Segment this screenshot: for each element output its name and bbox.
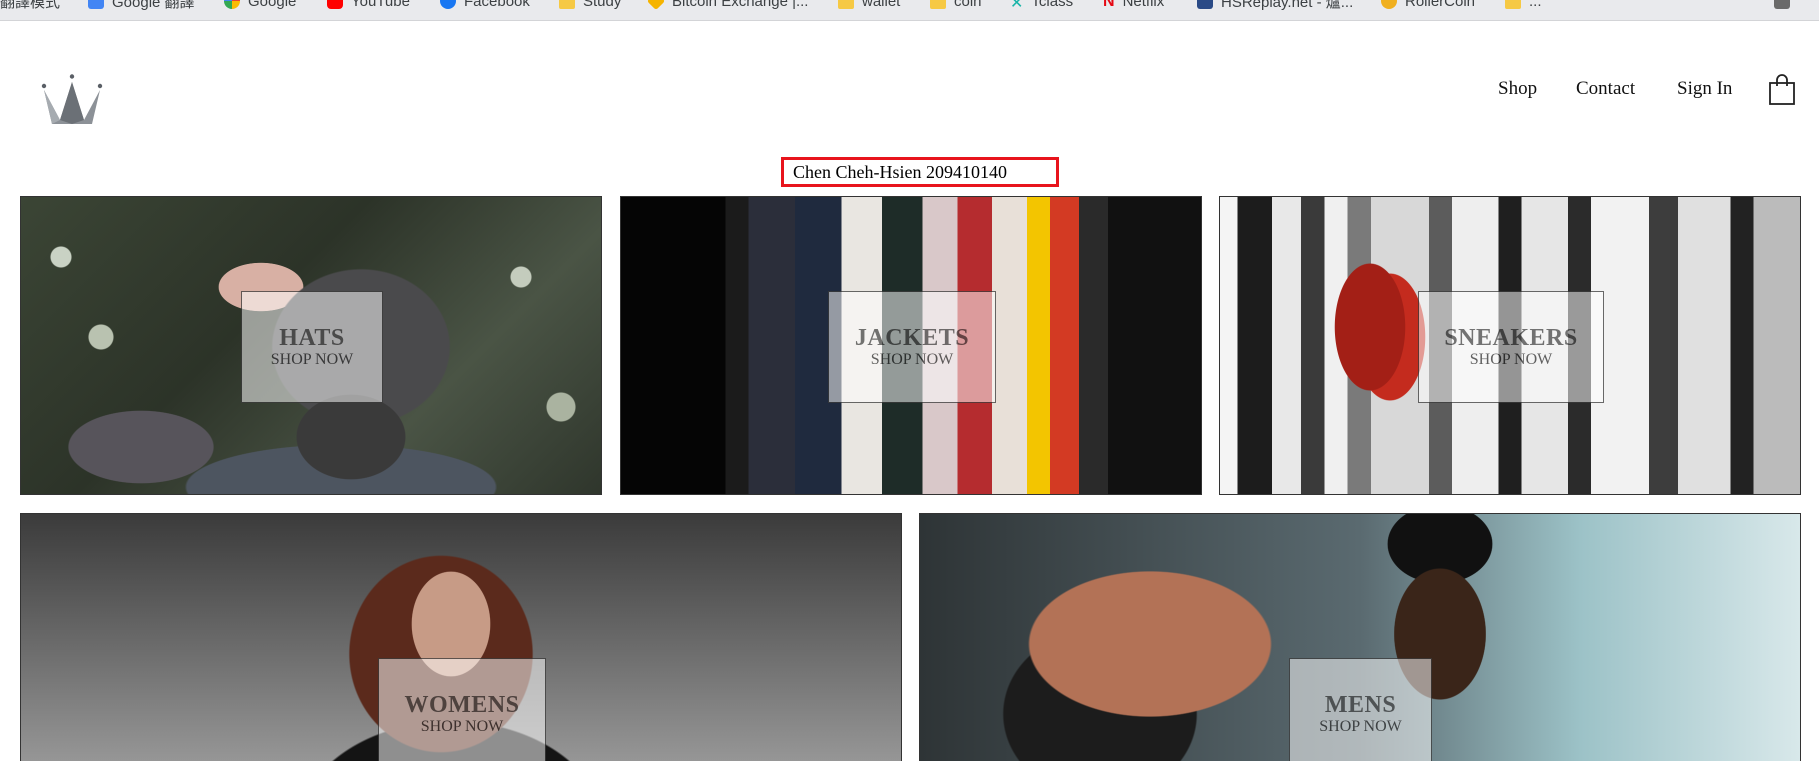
- netflix-icon: N: [1103, 0, 1115, 10]
- rollercoin-icon: [1381, 0, 1397, 9]
- bookmark-item[interactable]: HSReplay.net - 爐...: [1197, 0, 1353, 11]
- bookmark-item[interactable]: Google: [224, 0, 296, 11]
- category-title: MENS: [1324, 692, 1397, 718]
- bookmark-item[interactable]: [1774, 0, 1798, 11]
- bookmark-item[interactable]: Study: [559, 0, 621, 11]
- youtube-icon: [327, 0, 343, 9]
- category-label-box[interactable]: WOMENS SHOP NOW: [378, 658, 546, 761]
- google-icon: [224, 0, 240, 9]
- category-label-box[interactable]: MENS SHOP NOW: [1289, 658, 1432, 761]
- bookmark-item[interactable]: Bitcoin Exchange |...: [646, 0, 809, 11]
- bookmark-item[interactable]: N Netflix: [1103, 0, 1164, 11]
- shop-now-label: SHOP NOW: [870, 351, 954, 368]
- bookmark-item[interactable]: wallet: [838, 0, 900, 11]
- category-label-box[interactable]: HATS SHOP NOW: [241, 291, 383, 403]
- nav-shop-link[interactable]: Shop: [1498, 78, 1537, 100]
- bookmark-item[interactable]: ✕ Tclass: [1010, 0, 1074, 12]
- bookmark-label: YouTube: [351, 0, 410, 10]
- shop-now-label: SHOP NOW: [420, 718, 504, 735]
- crown-icon: [41, 74, 103, 124]
- folder-icon: [838, 0, 854, 9]
- bookmark-label: Google 翻譯: [112, 0, 195, 11]
- bookmark-label: ...: [1529, 0, 1542, 10]
- hsreplay-icon: [1197, 0, 1213, 9]
- shop-now-label: SHOP NOW: [270, 351, 354, 368]
- shop-now-label: SHOP NOW: [1319, 718, 1402, 735]
- category-tile-sneakers[interactable]: SNEAKERS SHOP NOW: [1219, 196, 1801, 495]
- tclass-icon: ✕: [1010, 0, 1024, 12]
- category-label-box[interactable]: JACKETS SHOP NOW: [828, 291, 996, 403]
- bookmark-item[interactable]: Google 翻譯: [88, 0, 195, 11]
- folder-icon: [1505, 0, 1521, 9]
- diamond-icon: [646, 0, 666, 11]
- bookmark-item[interactable]: ...: [1505, 0, 1542, 11]
- folder-icon: [559, 0, 575, 9]
- bookmark-label: RollerCoin: [1405, 0, 1476, 10]
- bookmark-label: Google: [248, 0, 297, 10]
- nav-contact-link[interactable]: Contact: [1576, 78, 1635, 100]
- nav-sign-in-link[interactable]: Sign In: [1677, 78, 1732, 100]
- bookmark-item[interactable]: YouTube: [327, 0, 410, 11]
- bookmark-label: Bitcoin Exchange |...: [672, 0, 809, 10]
- bookmark-item[interactable]: Facebook: [440, 0, 530, 11]
- bookmark-label: Tclass: [1031, 0, 1074, 10]
- shop-now-label: SHOP NOW: [1469, 351, 1553, 368]
- category-tile-womens[interactable]: WOMENS SHOP NOW: [20, 513, 902, 761]
- category-label-box[interactable]: SNEAKERS SHOP NOW: [1418, 291, 1604, 403]
- category-title: JACKETS: [854, 325, 970, 351]
- bookmark-label: Netflix: [1122, 0, 1165, 10]
- student-label: Chen Cheh-Hsien 209410140: [781, 157, 1059, 187]
- category-title: WOMENS: [404, 692, 520, 718]
- folder-icon: [930, 0, 946, 9]
- reading-list-icon: [1774, 0, 1790, 9]
- crown-logo[interactable]: [40, 74, 104, 126]
- category-title: HATS: [279, 325, 345, 351]
- shopping-bag-icon[interactable]: [1768, 74, 1796, 106]
- google-translate-icon: [88, 0, 104, 9]
- bookmark-item[interactable]: coin: [930, 0, 982, 11]
- bookmark-item[interactable]: RollerCoin: [1381, 0, 1475, 11]
- bookmark-label: wallet: [862, 0, 901, 10]
- bookmark-label: HSReplay.net - 爐...: [1221, 0, 1354, 11]
- bookmark-label: coin: [954, 0, 982, 10]
- bookmark-label: 翻譯模式: [0, 0, 61, 11]
- bookmark-label: Study: [583, 0, 622, 10]
- bookmark-item[interactable]: 翻譯模式: [0, 0, 60, 11]
- category-title: SNEAKERS: [1444, 325, 1578, 351]
- category-tile-jackets[interactable]: JACKETS SHOP NOW: [620, 196, 1202, 495]
- facebook-icon: [440, 0, 456, 9]
- category-tile-hats[interactable]: HATS SHOP NOW: [20, 196, 602, 495]
- category-tile-mens[interactable]: MENS SHOP NOW: [919, 513, 1801, 761]
- bookmark-label: Facebook: [464, 0, 530, 10]
- bookmarks-bar: 翻譯模式 Google 翻譯 Google YouTube Facebook S…: [0, 0, 1819, 21]
